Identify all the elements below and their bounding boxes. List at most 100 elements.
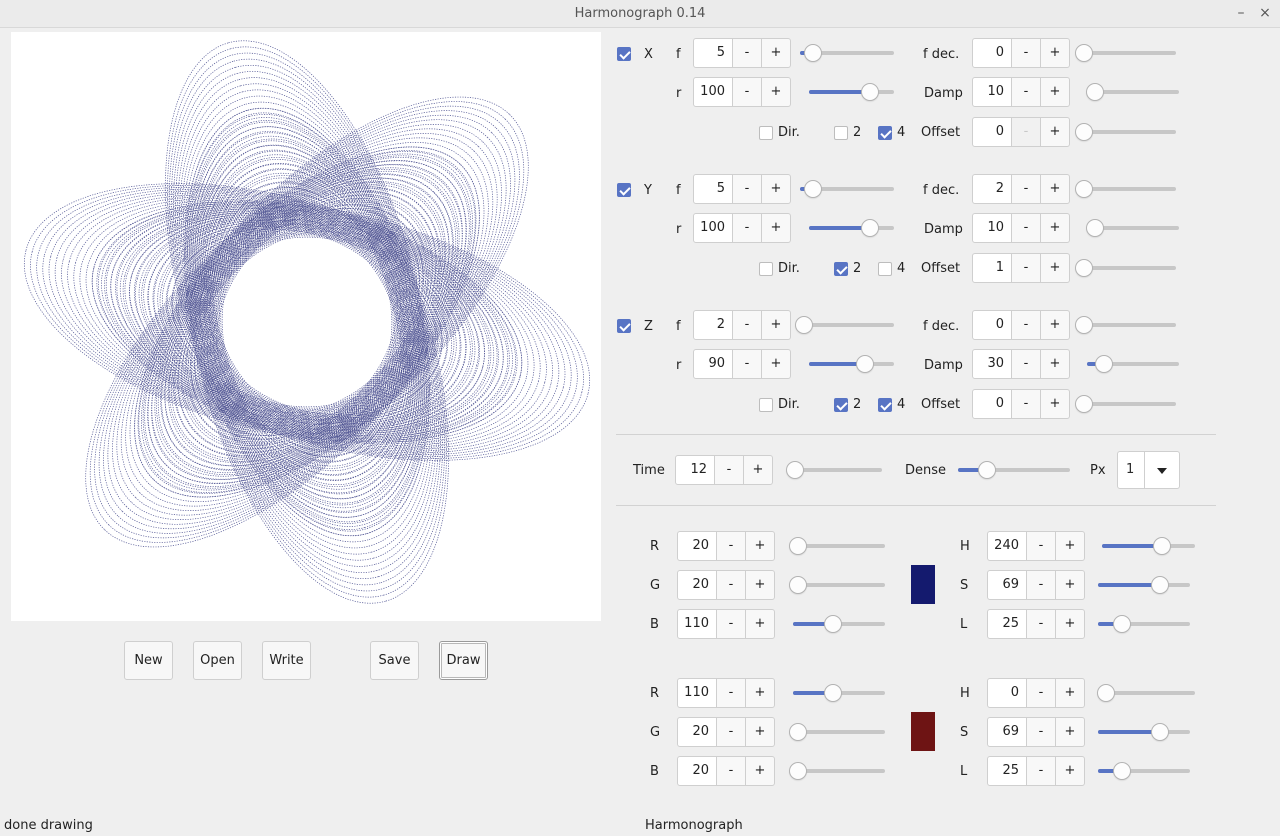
save-button[interactable]: Save [370,641,419,680]
axis-y-offset-slider-handle[interactable] [1075,259,1093,277]
color-2-r-slider[interactable] [793,684,885,702]
harmonograph-canvas[interactable] [11,32,601,621]
axis-y-damp-spinner-minus-button[interactable]: - [1012,213,1041,243]
color-2-l-spinner-plus-button[interactable]: + [1056,756,1085,786]
color-1-h-spinner-minus-button[interactable]: - [1027,531,1056,561]
axis-x-f-spinner-minus-button[interactable]: - [733,38,762,68]
color-2-h-spinner-minus-button[interactable]: - [1027,678,1056,708]
axis-x-r-spinner-value[interactable]: 100 [693,77,733,107]
color-1-r-spinner-minus-button[interactable]: - [717,531,746,561]
axis-z-f-slider[interactable] [795,316,894,334]
color-1-r-slider-handle[interactable] [789,537,807,555]
new-button[interactable]: New [124,641,173,680]
color-2-g-spinner-value[interactable]: 20 [677,717,717,747]
axis-x-damp-spinner-value[interactable]: 10 [972,77,1012,107]
axis-x-damp-slider-handle[interactable] [1086,83,1104,101]
color-1-l-slider[interactable] [1098,615,1190,633]
axis-z-damp-spinner-value[interactable]: 30 [972,349,1012,379]
axis-z-dir-checkbox[interactable] [759,398,773,412]
axis-y-r-spinner-minus-button[interactable]: - [733,213,762,243]
color-1-b-slider[interactable] [793,615,885,633]
minimize-button[interactable]: – [1232,4,1250,22]
color-2-g-slider[interactable] [789,723,885,741]
color-1-l-slider-handle[interactable] [1113,615,1131,633]
axis-y-f-slider[interactable] [800,180,894,198]
color-1-g-slider-handle[interactable] [789,576,807,594]
dense-slider[interactable] [958,461,1070,479]
color-1-g-slider[interactable] [789,576,885,594]
color-2-r-spinner-value[interactable]: 110 [677,678,717,708]
axis-z-four-checkbox[interactable] [878,398,892,412]
time-spinner-minus-button[interactable]: - [715,455,744,485]
axis-y-offset-spinner-plus-button[interactable]: + [1041,253,1070,283]
axis-x-damp-spinner-plus-button[interactable]: + [1041,77,1070,107]
color-2-h-slider[interactable] [1097,684,1195,702]
color-2-s-spinner-value[interactable]: 69 [987,717,1027,747]
color-1-l-spinner-minus-button[interactable]: - [1027,609,1056,639]
close-button[interactable]: × [1256,4,1274,22]
color-1-b-spinner-minus-button[interactable]: - [717,609,746,639]
axis-x-offset-spinner-value[interactable]: 0 [972,117,1012,147]
axis-x-r-slider-handle[interactable] [861,83,879,101]
chevron-down-icon[interactable] [1145,451,1180,489]
axis-x-offset-spinner-minus-button[interactable]: - [1012,117,1041,147]
color-1-s-slider[interactable] [1098,576,1190,594]
axis-y-r-slider-handle[interactable] [861,219,879,237]
axis-z-fdec-spinner-minus-button[interactable]: - [1012,310,1041,340]
color-1-h-slider[interactable] [1102,537,1195,555]
axis-x-f-spinner-plus-button[interactable]: + [762,38,791,68]
color-1-l-spinner-plus-button[interactable]: + [1056,609,1085,639]
axis-x-four-checkbox[interactable] [878,126,892,140]
color-2-b-slider-handle[interactable] [789,762,807,780]
axis-x-damp-spinner-minus-button[interactable]: - [1012,77,1041,107]
write-button[interactable]: Write [262,641,311,680]
axis-y-damp-slider[interactable] [1086,219,1179,237]
axis-z-r-spinner-value[interactable]: 90 [693,349,733,379]
color-1-h-slider-handle[interactable] [1153,537,1171,555]
axis-y-offset-spinner-minus-button[interactable]: - [1012,253,1041,283]
color-1-r-spinner-value[interactable]: 20 [677,531,717,561]
color-1-s-spinner-value[interactable]: 69 [987,570,1027,600]
color-2-h-spinner-value[interactable]: 0 [987,678,1027,708]
time-slider[interactable] [786,461,882,479]
color-1-g-spinner-value[interactable]: 20 [677,570,717,600]
axis-y-fdec-spinner-minus-button[interactable]: - [1012,174,1041,204]
color-1-s-spinner-minus-button[interactable]: - [1027,570,1056,600]
axis-z-r-slider-handle[interactable] [856,355,874,373]
axis-y-fdec-slider[interactable] [1075,180,1176,198]
color-2-g-spinner-plus-button[interactable]: + [746,717,775,747]
axis-z-r-spinner-minus-button[interactable]: - [733,349,762,379]
color-2-l-spinner-value[interactable]: 25 [987,756,1027,786]
axis-x-r-slider[interactable] [809,83,894,101]
axis-x-offset-slider[interactable] [1075,123,1176,141]
axis-z-r-slider[interactable] [809,355,894,373]
axis-y-f-spinner-minus-button[interactable]: - [733,174,762,204]
time-slider-handle[interactable] [786,461,804,479]
axis-y-offset-slider[interactable] [1075,259,1176,277]
px-dropdown[interactable]: 1 [1117,451,1180,489]
axis-x-f-spinner-value[interactable]: 5 [693,38,733,68]
axis-x-fdec-slider-handle[interactable] [1075,44,1093,62]
color-2-l-slider-handle[interactable] [1113,762,1131,780]
draw-button[interactable]: Draw [439,641,488,680]
time-spinner-value[interactable]: 12 [675,455,715,485]
axis-x-f-slider[interactable] [800,44,894,62]
axis-y-damp-spinner-value[interactable]: 10 [972,213,1012,243]
axis-z-enable-checkbox[interactable] [617,319,631,333]
color-2-b-slider[interactable] [789,762,885,780]
color-2-s-spinner-plus-button[interactable]: + [1056,717,1085,747]
axis-x-offset-spinner-plus-button[interactable]: + [1041,117,1070,147]
axis-x-f-slider-handle[interactable] [804,44,822,62]
color-1-r-spinner-plus-button[interactable]: + [746,531,775,561]
color-1-b-slider-handle[interactable] [824,615,842,633]
axis-z-offset-spinner-plus-button[interactable]: + [1041,389,1070,419]
color-1-h-spinner-value[interactable]: 240 [987,531,1027,561]
axis-y-r-spinner-value[interactable]: 100 [693,213,733,243]
axis-z-damp-spinner-minus-button[interactable]: - [1012,349,1041,379]
axis-z-offset-slider[interactable] [1075,395,1176,413]
axis-x-dir-checkbox[interactable] [759,126,773,140]
color-2-h-slider-handle[interactable] [1097,684,1115,702]
axis-z-r-spinner-plus-button[interactable]: + [762,349,791,379]
axis-y-f-spinner-value[interactable]: 5 [693,174,733,204]
color-1-h-spinner-plus-button[interactable]: + [1056,531,1085,561]
